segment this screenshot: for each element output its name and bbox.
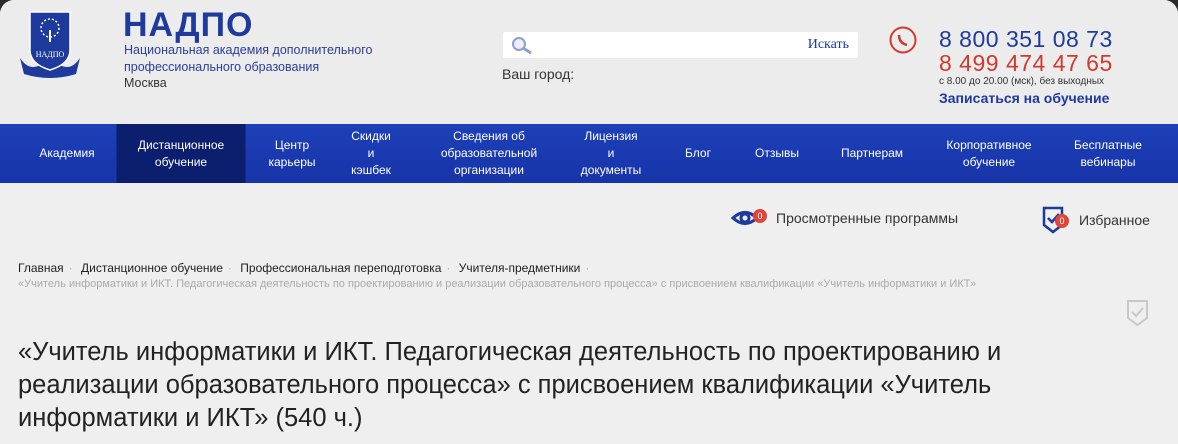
- main-nav: Академия Дистанционное обучение Центр ка…: [0, 124, 1178, 183]
- phone-2[interactable]: 8 499 474 47 65: [939, 50, 1113, 77]
- academy-logo[interactable]: НАДПО: [18, 10, 82, 86]
- breadcrumb-distance[interactable]: Дистанционное обучение: [81, 261, 223, 275]
- breadcrumb-retraining[interactable]: Профессиональная переподготовка: [240, 261, 441, 275]
- phone-1[interactable]: 8 800 351 08 73: [939, 26, 1113, 53]
- eye-icon: 0: [730, 205, 767, 231]
- viewed-count-badge: 0: [753, 209, 767, 223]
- header: НАДПО НАДПО Национальная академия дополн…: [0, 0, 1178, 124]
- nav-organization-info[interactable]: Сведения об образовательной организации: [433, 124, 545, 183]
- breadcrumb-teachers[interactable]: Учителя-предметники: [459, 261, 581, 275]
- favorites-link[interactable]: 0 Избранное: [1041, 205, 1150, 235]
- nav-reviews[interactable]: Отзывы: [747, 124, 807, 183]
- breadcrumb: Главная · Дистанционное обучение · Професс…: [18, 261, 590, 275]
- search-input[interactable]: Искать: [503, 32, 858, 58]
- nav-distance-learning[interactable]: Дистанционное обучение: [116, 124, 246, 183]
- nav-blog[interactable]: Блог: [677, 124, 719, 183]
- search-icon: [512, 37, 532, 54]
- breadcrumb-home[interactable]: Главная: [18, 261, 64, 275]
- city: Москва: [124, 76, 167, 90]
- nav-academy[interactable]: Академия: [31, 124, 102, 183]
- search-button[interactable]: Искать: [808, 37, 849, 53]
- viewed-programs-link[interactable]: 0 Просмотренные программы: [730, 205, 959, 231]
- favorites-label: Избранное: [1079, 212, 1150, 228]
- nav-corporate[interactable]: Корпоративное обучение: [938, 124, 1039, 183]
- nav-license[interactable]: Лицензия и документы: [573, 124, 650, 183]
- logo-text: НАДПО: [36, 50, 65, 59]
- nav-partners[interactable]: Партнерам: [833, 124, 911, 183]
- page: НАДПО НАДПО Национальная академия дополн…: [0, 0, 1178, 444]
- brand-subtitle: Национальная академия дополнительного про…: [124, 43, 373, 74]
- brand-name[interactable]: НАДПО: [123, 6, 253, 45]
- breadcrumb-current: «Учитель информатики и ИКТ. Педагогическ…: [18, 278, 977, 290]
- favorites-count-badge: 0: [1055, 214, 1069, 228]
- add-to-favorites-icon[interactable]: [1125, 298, 1151, 328]
- phone-icon: [889, 26, 917, 54]
- page-title: «Учитель информатики и ИКТ. Педагогическ…: [18, 338, 1002, 432]
- working-hours: с 8.00 до 20.00 (мск), без выходных: [939, 76, 1105, 87]
- nav-webinars[interactable]: Бесплатные вебинары: [1066, 124, 1150, 183]
- nav-career-center[interactable]: Центр карьеры: [260, 124, 323, 183]
- enroll-link[interactable]: Записаться на обучение: [939, 90, 1109, 106]
- viewed-programs-label: Просмотренные программы: [776, 210, 959, 226]
- city-selector[interactable]: Ваш город:: [502, 66, 574, 82]
- favorites-shield-icon: 0: [1041, 205, 1071, 235]
- nav-discounts[interactable]: Скидки и кэшбек: [343, 124, 399, 183]
